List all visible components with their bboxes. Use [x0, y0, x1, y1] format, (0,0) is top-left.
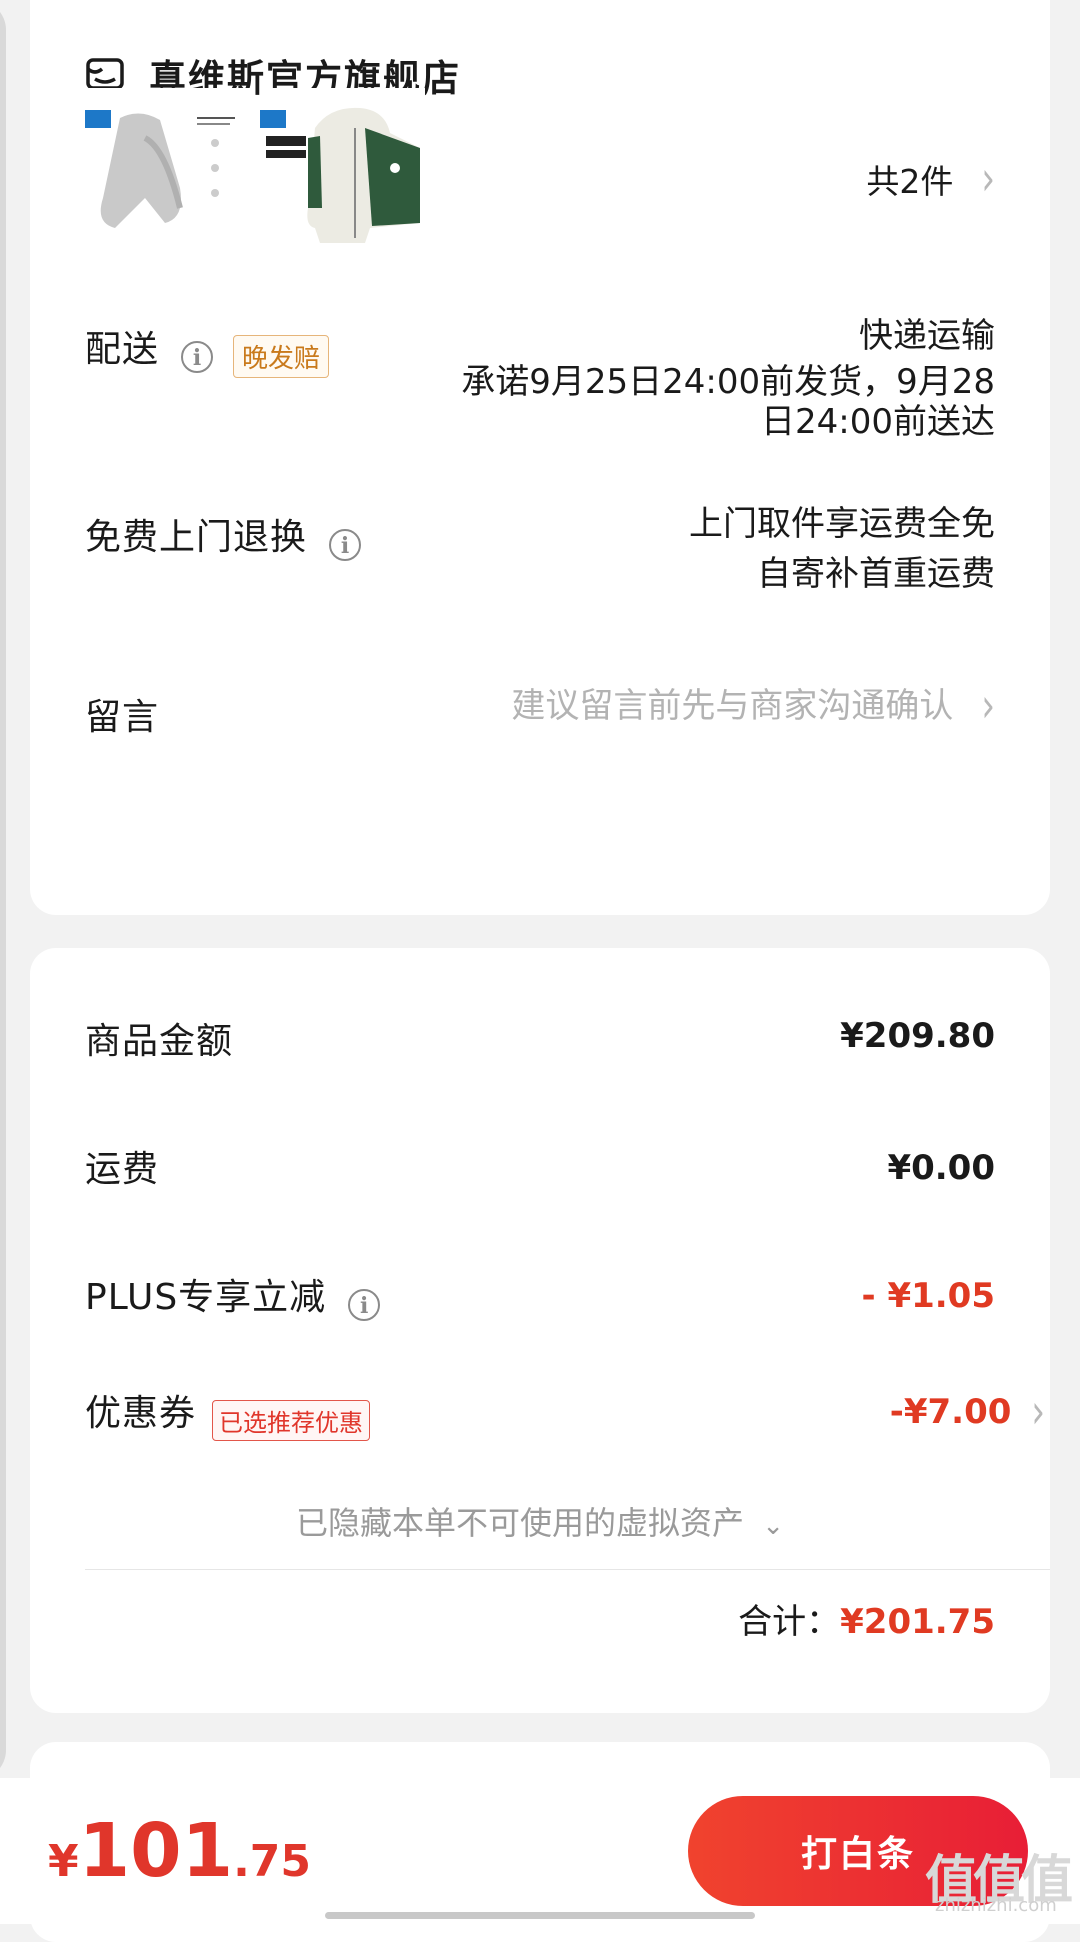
coupon-selected-tag: 已选推荐优惠 [212, 1400, 371, 1441]
side-edge-panel[interactable]: ‹ [0, 0, 6, 1780]
item-count-link[interactable]: 共2件 › [866, 151, 995, 207]
pay-currency: ¥ [48, 1836, 79, 1887]
delivery-details: 快递运输 承诺9月25日24:00前发货，9月28 日24:00前送达 [461, 312, 995, 446]
total-line: 合计：¥201.75 [738, 1598, 995, 1646]
message-row[interactable]: 留言 建议留言前先与商家沟通确认 › [85, 678, 995, 758]
shipping-label: 运费 [85, 1149, 160, 1190]
coupon-label: 优惠券 [85, 1393, 197, 1434]
pay-amount: ¥101.75 [48, 1808, 311, 1894]
shipping-value: ¥0.00 [887, 1148, 995, 1188]
watermark-site: zhizhizhi.com [935, 1895, 1057, 1916]
info-icon[interactable]: i [181, 340, 214, 373]
chevron-down-icon: ⌄ [762, 1511, 784, 1541]
chevron-right-icon: › [1031, 1384, 1045, 1440]
pay-amount-decimal: .75 [233, 1836, 312, 1887]
shipping-row: 运费 ¥0.00 [85, 1140, 995, 1192]
return-line2: 自寄补首重运费 [757, 554, 995, 594]
total-label: 合计： [738, 1602, 841, 1642]
store-card: 真维斯官方旗舰店 共2件 › 配送 i 晚发赔 快递运输 承诺9月25日24:0… [30, 0, 1050, 915]
chevron-right-icon: › [981, 678, 995, 734]
goods-amount-row: 商品金额 ¥209.80 [85, 1012, 995, 1064]
message-label: 留言 [85, 697, 160, 738]
late-compensation-tag: 晚发赔 [233, 335, 330, 378]
plus-discount-label: PLUS专享立减 [85, 1277, 327, 1318]
delivery-row[interactable]: 配送 i 晚发赔 快递运输 承诺9月25日24:00前发货，9月28 日24:00前… [85, 316, 995, 480]
coupon-row[interactable]: 优惠券 已选推荐优惠 -¥7.00 › [85, 1384, 1045, 1441]
plus-discount-value: - ¥1.05 [861, 1276, 996, 1316]
free-return-label: 免费上门退换 [85, 517, 308, 558]
price-card: 商品金额 ¥209.80 运费 ¥0.00 PLUS专享立减 i - ¥1.05 … [30, 948, 1050, 1713]
free-return-row[interactable]: 免费上门退换 i 上门取件享运费全免 自寄补首重运费 [85, 504, 995, 618]
delivery-label: 配送 [85, 329, 160, 370]
product-thumbnails[interactable] [85, 88, 425, 253]
coupon-value-link[interactable]: -¥7.00 › [889, 1384, 1045, 1440]
hidden-assets-toggle[interactable]: 已隐藏本单不可使用的虚拟资产 ⌄ [30, 1498, 1050, 1544]
message-placeholder: 建议留言前先与商家沟通确认 [511, 686, 954, 726]
delivery-method: 快递运输 [859, 316, 995, 356]
divider [85, 1569, 1050, 1570]
item-count: 共2件 [866, 162, 954, 201]
pay-amount-integer: 101 [78, 1808, 234, 1894]
return-details: 上门取件享运费全免 自寄补首重运费 [689, 500, 995, 598]
goods-amount-label: 商品金额 [85, 1021, 234, 1062]
product-image-pants[interactable] [85, 88, 250, 253]
coupon-value: -¥7.00 [889, 1392, 1012, 1432]
return-line1: 上门取件享运费全免 [689, 504, 995, 544]
chevron-right-icon: › [981, 151, 995, 207]
hidden-assets-text: 已隐藏本单不可使用的虚拟资产 [296, 1504, 745, 1542]
product-image-jacket[interactable] [260, 88, 425, 253]
total-value: ¥201.75 [840, 1602, 995, 1642]
bottom-pay-bar: ¥101.75 打白条 [0, 1778, 1080, 1924]
info-icon[interactable]: i [348, 1288, 381, 1321]
plus-discount-row: PLUS专享立减 i - ¥1.05 [85, 1268, 995, 1321]
home-indicator[interactable] [325, 1912, 755, 1919]
info-icon[interactable]: i [329, 528, 362, 561]
message-input[interactable]: 建议留言前先与商家沟通确认 › [511, 678, 995, 734]
goods-amount-value: ¥209.80 [840, 1016, 995, 1056]
